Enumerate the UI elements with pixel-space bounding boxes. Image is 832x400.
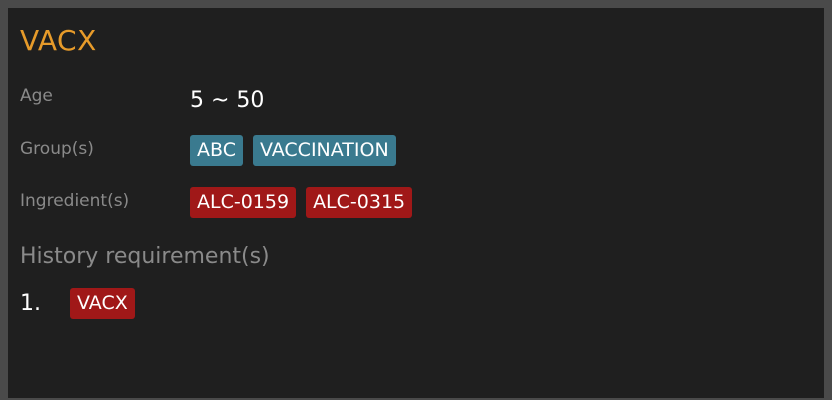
- age-value: 5 ~ 50: [190, 88, 265, 113]
- ingredient-tag: ALC-0315: [306, 187, 413, 218]
- age-label: Age: [20, 86, 53, 106]
- history-item-index: 1.: [20, 291, 41, 316]
- ingredients-tag-list: ALC-0159 ALC-0315: [190, 187, 413, 218]
- history-list-item: 1. VACX: [20, 288, 135, 319]
- ingredients-label: Ingredient(s): [20, 191, 130, 211]
- vaccine-title: VACX: [20, 24, 97, 57]
- history-tag: VACX: [70, 288, 135, 319]
- history-heading: History requirement(s): [20, 244, 270, 269]
- vaccine-detail-panel: VACX Age 5 ~ 50 Group(s) ABC VACCINATION…: [8, 8, 824, 398]
- group-tag: VACCINATION: [252, 135, 396, 166]
- group-tag: ABC: [190, 135, 243, 166]
- groups-tag-list: ABC VACCINATION: [190, 135, 396, 166]
- groups-label: Group(s): [20, 139, 94, 159]
- ingredient-tag: ALC-0159: [190, 187, 297, 218]
